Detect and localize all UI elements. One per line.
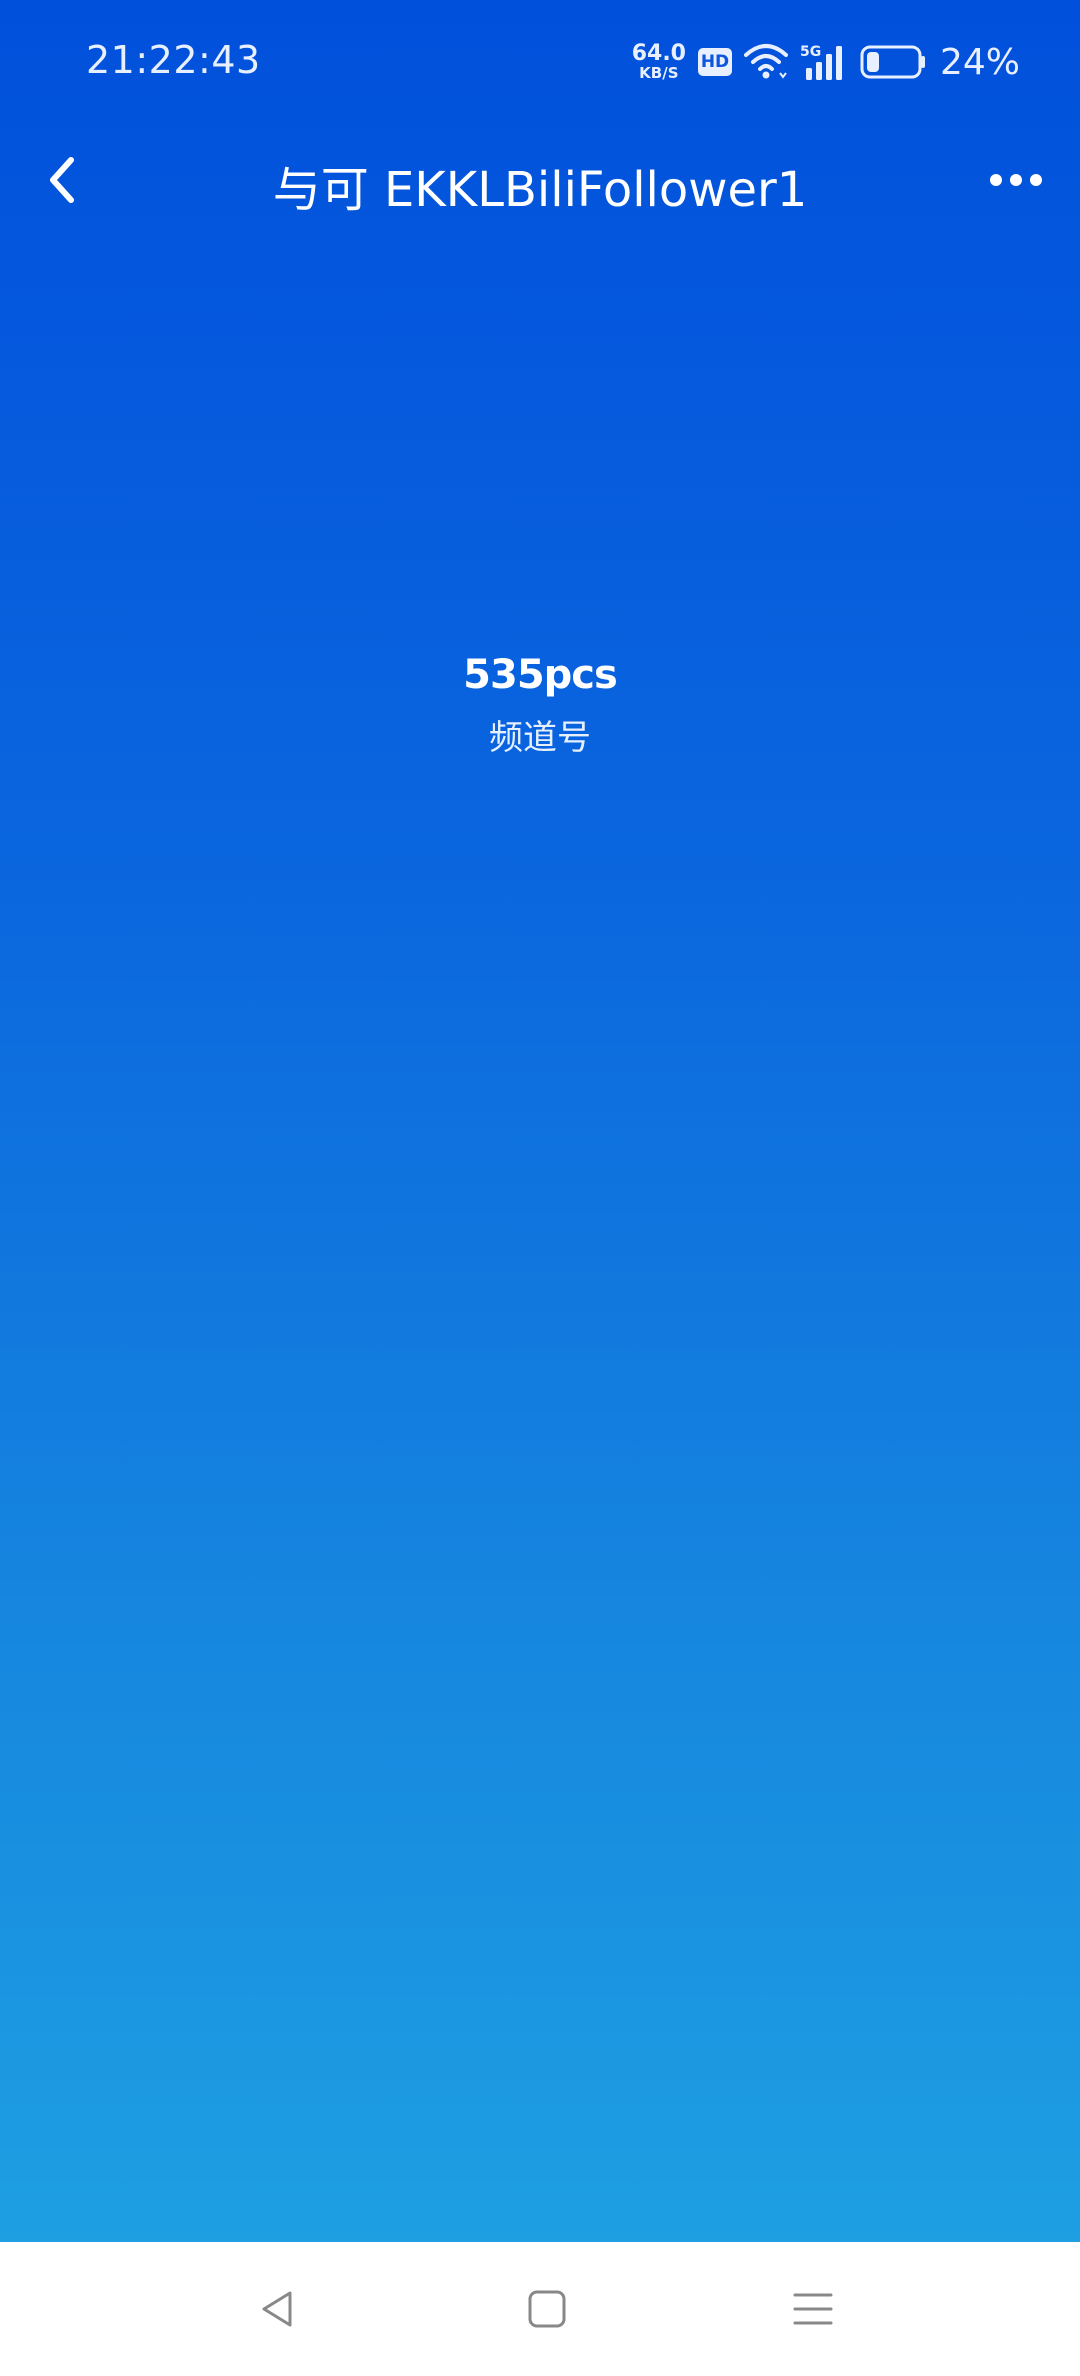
nav-back-button[interactable] [238,2269,318,2349]
wifi-icon [743,44,788,79]
network-speed-value: 64.0 [631,41,686,66]
menu-lines-icon [793,2293,833,2325]
network-speed: 64.0 KB/S [632,43,686,81]
status-bar: 21:22:43 64.0 KB/S HD 5G 24% [0,0,1080,130]
screen: 21:22:43 64.0 KB/S HD 5G 24% 与可 EKKLBili… [0,0,1080,2376]
status-time: 21:22:43 [86,38,261,82]
nav-home-button[interactable] [507,2269,587,2349]
triangle-back-icon [262,2291,292,2327]
title-bar: 与可 EKKLBiliFollower1 [0,130,1080,230]
channel-count-stat: 535pcs 频道号 [0,652,1080,759]
channel-count-value: 535pcs [463,652,618,698]
network-speed-unit: KB/S [639,64,679,82]
hd-icon: HD [697,48,732,76]
square-home-icon [528,2290,566,2328]
nav-menu-button[interactable] [773,2269,853,2349]
signal-icon: 5G [800,44,842,80]
background-gradient [0,0,1080,2242]
more-options-button[interactable] [978,148,1054,212]
network-type-label: 5G [800,44,821,60]
battery-icon [860,45,925,79]
channel-count-label: 频道号 [489,718,591,758]
battery-fill [866,52,879,72]
page-title: 与可 EKKLBiliFollower1 [272,162,808,218]
more-horizontal-icon [990,174,1042,186]
status-icons: 64.0 KB/S HD 5G 24% [632,40,1020,84]
system-navigation-bar [0,2242,1080,2376]
back-button[interactable] [30,148,94,212]
chevron-left-icon [50,157,74,203]
battery-percent: 24% [939,41,1020,83]
